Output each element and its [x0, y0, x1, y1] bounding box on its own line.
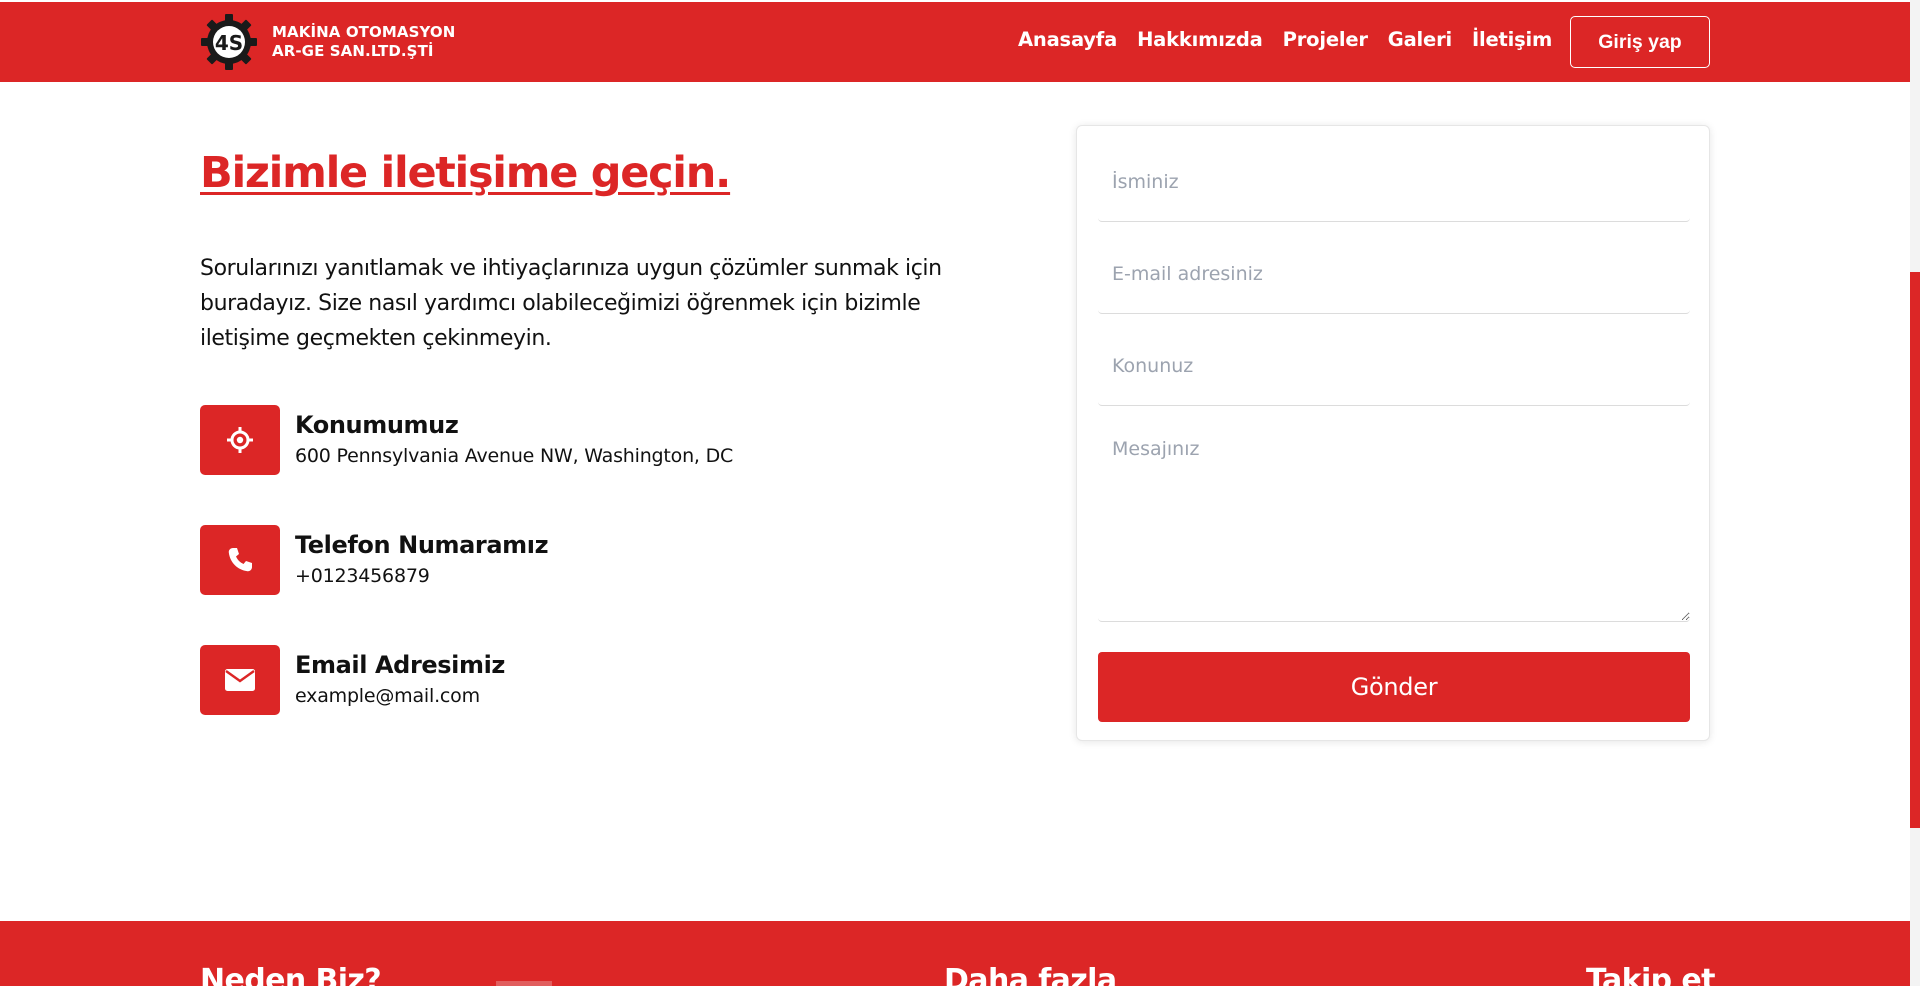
envelope-icon: [200, 645, 280, 715]
page-scrollbar-thumb[interactable]: [1910, 272, 1920, 828]
contact-title: Bizimle iletişime geçin.: [200, 148, 731, 198]
contact-description: Sorularınızı yanıtlamak ve ihtiyaçlarını…: [200, 256, 942, 351]
contact-item-phone: Telefon Numaramız +0123456879: [200, 525, 549, 595]
contact-item-email: Email Adresimiz example@mail.com: [200, 645, 505, 715]
contact-item-value: 600 Pennsylvania Avenue NW, Washington, …: [295, 445, 734, 467]
nav-link-anasayfa[interactable]: Anasayfa: [1018, 28, 1117, 51]
nav-link-hakkimizda[interactable]: Hakkımızda: [1137, 28, 1263, 51]
gear-logo-icon: 4S: [200, 13, 258, 71]
contact-item-title: Konumumuz: [295, 411, 459, 439]
contact-form: Gönder: [1076, 125, 1710, 741]
contact-item-title: Telefon Numaramız: [295, 531, 549, 559]
site-footer: Neden Biz? Daha fazla Takip et: [0, 921, 1910, 986]
contact-item-location: Konumumuz 600 Pennsylvania Avenue NW, Wa…: [200, 405, 733, 475]
subject-input[interactable]: [1098, 326, 1690, 406]
contact-item-value: example@mail.com: [295, 685, 480, 707]
email-input[interactable]: [1098, 234, 1690, 314]
login-button[interactable]: Giriş yap: [1570, 16, 1710, 68]
nav-link-projeler[interactable]: Projeler: [1283, 28, 1368, 51]
nav-link-iletisim[interactable]: İletişim: [1472, 28, 1552, 51]
main-nav: Anasayfa Hakkımızda Projeler Galeri İlet…: [1018, 28, 1552, 51]
page: 4S MAKİNA OTOMASYON AR-GE SAN.LTD.ŞTİ An…: [0, 0, 1910, 986]
brand-name: MAKİNA OTOMASYON AR-GE SAN.LTD.ŞTİ: [272, 23, 455, 61]
location-crosshair-icon: [200, 405, 280, 475]
name-input[interactable]: [1098, 142, 1690, 222]
footer-heading-more: Daha fazla: [944, 963, 1117, 986]
footer-heading-follow: Takip et: [1586, 963, 1715, 986]
footer-divider: [496, 981, 552, 986]
contact-item-value: +0123456879: [295, 565, 430, 587]
brand-name-line2: AR-GE SAN.LTD.ŞTİ: [272, 42, 434, 60]
logo-mark-text: 4S: [215, 31, 243, 55]
send-button[interactable]: Gönder: [1098, 652, 1690, 722]
message-textarea[interactable]: [1098, 416, 1690, 622]
site-header: 4S MAKİNA OTOMASYON AR-GE SAN.LTD.ŞTİ An…: [0, 2, 1910, 82]
brand-logo[interactable]: 4S MAKİNA OTOMASYON AR-GE SAN.LTD.ŞTİ: [200, 13, 455, 71]
contact-item-title: Email Adresimiz: [295, 651, 505, 679]
brand-name-line1: MAKİNA OTOMASYON: [272, 23, 456, 41]
nav-link-galeri[interactable]: Galeri: [1388, 28, 1452, 51]
footer-heading-why-us: Neden Biz?: [200, 963, 382, 986]
phone-icon: [200, 525, 280, 595]
